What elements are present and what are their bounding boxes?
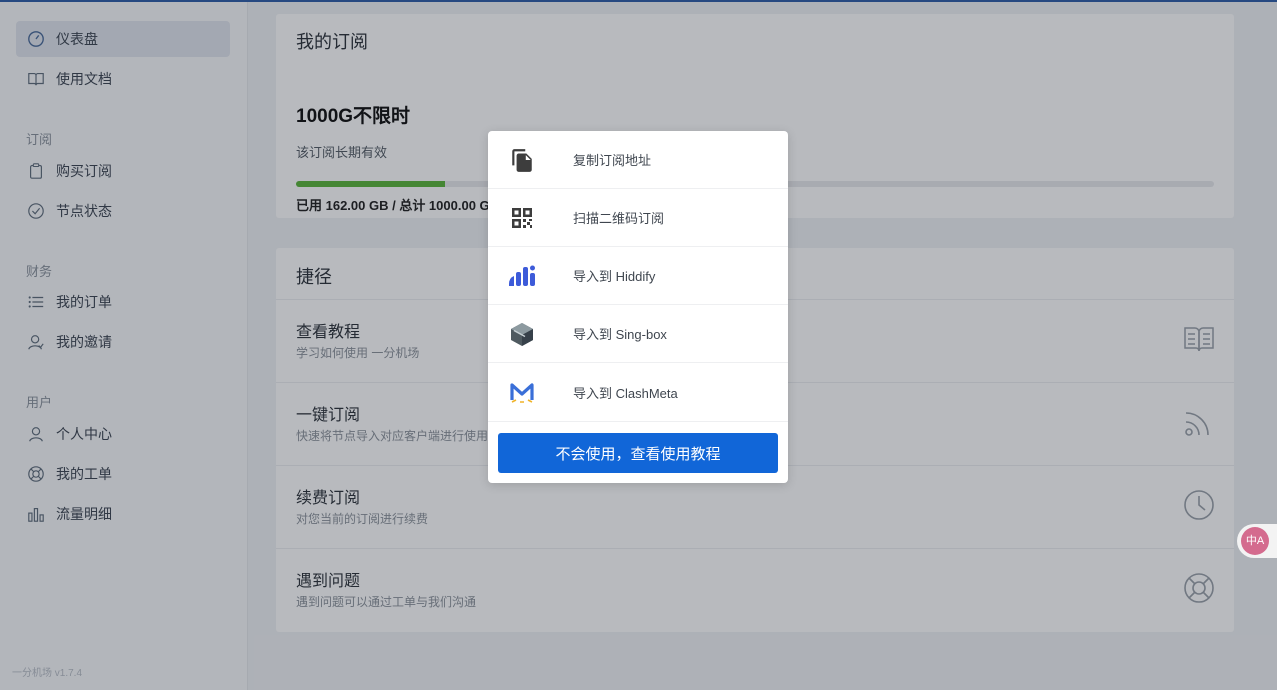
hiddify-icon (506, 260, 538, 292)
popup-item-label: 导入到 Sing-box (573, 327, 667, 342)
qr-code-icon (506, 202, 538, 234)
popup-item-label: 复制订阅地址 (573, 153, 652, 168)
popup-item-label: 导入到 ClashMeta (573, 386, 678, 401)
translate-icon: 中A (1241, 527, 1269, 555)
popup-item-clashmeta[interactable]: 导入到 ClashMeta (488, 364, 788, 422)
popup-item-hiddify[interactable]: 导入到 Hiddify (488, 247, 788, 305)
popup-item-copy-link[interactable]: 复制订阅地址 (488, 131, 788, 189)
sing-box-icon (506, 318, 538, 350)
popup-item-label: 扫描二维码订阅 (573, 211, 665, 226)
clashmeta-icon (506, 377, 538, 409)
translate-float-button[interactable]: 中A (1237, 524, 1277, 558)
view-tutorial-button[interactable]: 不会使用，查看使用教程 (498, 433, 778, 473)
popup-item-sing-box[interactable]: 导入到 Sing-box (488, 305, 788, 363)
popup-item-label: 导入到 Hiddify (573, 269, 656, 284)
copy-icon (506, 144, 538, 176)
subscribe-popup: 复制订阅地址 扫描二维码订阅 导入到 Hiddify 导入到 Sing-box … (488, 131, 788, 483)
popup-item-qr-code[interactable]: 扫描二维码订阅 (488, 189, 788, 247)
